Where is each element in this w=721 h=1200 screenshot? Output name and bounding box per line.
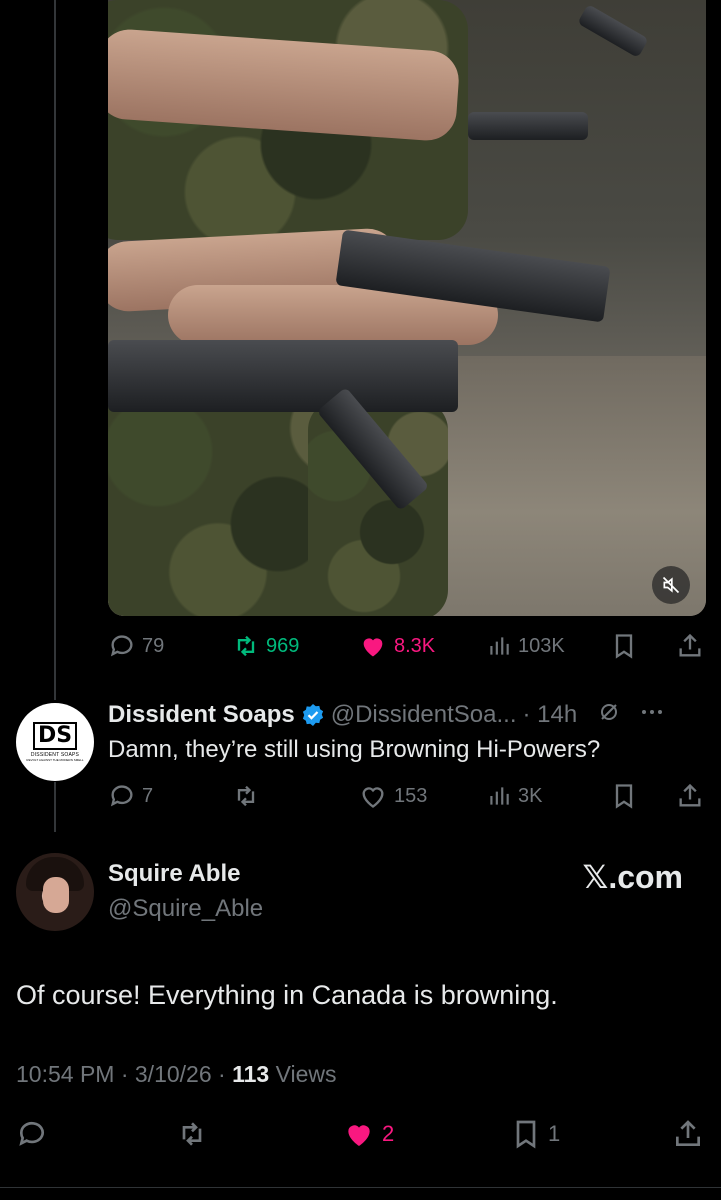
- views-count: 113: [232, 1061, 270, 1087]
- avatar-tagline: REVOLT AGAINST THE MODERN SMELL: [26, 758, 84, 762]
- verified-badge-icon: [302, 703, 323, 726]
- retweet-button[interactable]: 969: [232, 632, 299, 660]
- main-tweet-text: Of course! Everything in Canada is brown…: [16, 980, 558, 1010]
- video-pistol: [577, 3, 649, 59]
- reply-icon: [19, 1121, 44, 1146]
- tweet-timestamp[interactable]: 10:54 PM · 3/10/26 ·: [16, 1061, 232, 1087]
- like-count: 8.3K: [394, 634, 436, 657]
- views-button[interactable]: 3K: [486, 782, 542, 810]
- views-count: 3K: [518, 784, 543, 807]
- heart-outline-icon: [362, 787, 384, 808]
- reply-button[interactable]: 79: [108, 632, 164, 660]
- retweet-count: 969: [266, 634, 300, 657]
- avatar[interactable]: DS DISSIDENT SOAPS REVOLT AGAINST THE MO…: [16, 703, 94, 781]
- mute-button[interactable]: [652, 566, 690, 604]
- retweet-icon: [182, 1122, 202, 1146]
- bookmark-icon: [516, 1120, 536, 1149]
- heart-filled-icon: [348, 1125, 370, 1146]
- video-pistol: [108, 340, 458, 412]
- views-label: Views: [269, 1061, 337, 1087]
- reply-count: 7: [142, 784, 154, 807]
- share-icon: [676, 1120, 700, 1146]
- bookmark-icon: [615, 784, 633, 809]
- thread-connector-line: [54, 0, 56, 700]
- reply-icon: [110, 635, 133, 657]
- reply-tweet-header: Dissident Soaps @DissidentSoa... · 14h: [108, 700, 665, 729]
- share-button[interactable]: [676, 782, 704, 810]
- share-icon: [679, 783, 701, 807]
- heart-filled-icon: [363, 638, 383, 657]
- author-handle[interactable]: @DissidentSoa...: [331, 701, 517, 729]
- avatar-face: [43, 877, 69, 913]
- bookmark-count: 1: [548, 1121, 561, 1146]
- author-handle[interactable]: @Squire_Able: [108, 895, 263, 923]
- views-count: 103K: [518, 634, 565, 657]
- reply-button[interactable]: 7: [108, 782, 153, 810]
- like-button[interactable]: 2: [342, 1118, 394, 1150]
- grok-icon[interactable]: [597, 700, 621, 729]
- tweet-metadata: 10:54 PM · 3/10/26 · 113 Views: [16, 1061, 337, 1088]
- reply-count: 79: [142, 634, 165, 657]
- avatar-logo: DS: [32, 722, 78, 750]
- tweet-video[interactable]: [108, 0, 706, 616]
- muted-speaker-icon: [662, 576, 680, 594]
- like-button[interactable]: 8.3K: [358, 632, 435, 660]
- reply-tweet-text: Damn, they’re still using Browning Hi-Po…: [108, 736, 601, 763]
- retweet-icon: [237, 635, 255, 657]
- bookmark-icon: [615, 634, 633, 659]
- reply-icon: [110, 785, 133, 807]
- source-badge: 𝕏.com: [582, 859, 683, 895]
- reply-button[interactable]: [16, 1118, 48, 1150]
- bookmark-button[interactable]: 1: [510, 1118, 560, 1150]
- like-count: 153: [394, 784, 428, 807]
- share-icon: [679, 633, 701, 657]
- avatar[interactable]: [16, 853, 94, 931]
- bookmark-button[interactable]: [610, 782, 638, 810]
- author-name[interactable]: Dissident Soaps: [108, 701, 295, 729]
- tweet-time[interactable]: · 14h: [523, 701, 578, 729]
- views-chart-icon: [490, 637, 509, 655]
- more-options-icon[interactable]: [639, 700, 665, 729]
- video-pistol: [468, 112, 588, 140]
- like-count: 2: [382, 1121, 395, 1146]
- share-button[interactable]: [676, 632, 704, 660]
- share-button[interactable]: [672, 1118, 704, 1150]
- views-button[interactable]: 103K: [486, 632, 565, 660]
- author-name[interactable]: Squire Able: [108, 860, 240, 888]
- bookmark-button[interactable]: [610, 632, 638, 660]
- divider: [0, 1187, 721, 1200]
- views-chart-icon: [490, 787, 509, 805]
- retweet-icon: [237, 785, 255, 807]
- thread-connector-line: [54, 782, 56, 832]
- like-button[interactable]: 153: [358, 782, 427, 810]
- retweet-button[interactable]: [232, 782, 266, 810]
- retweet-button[interactable]: [176, 1118, 208, 1150]
